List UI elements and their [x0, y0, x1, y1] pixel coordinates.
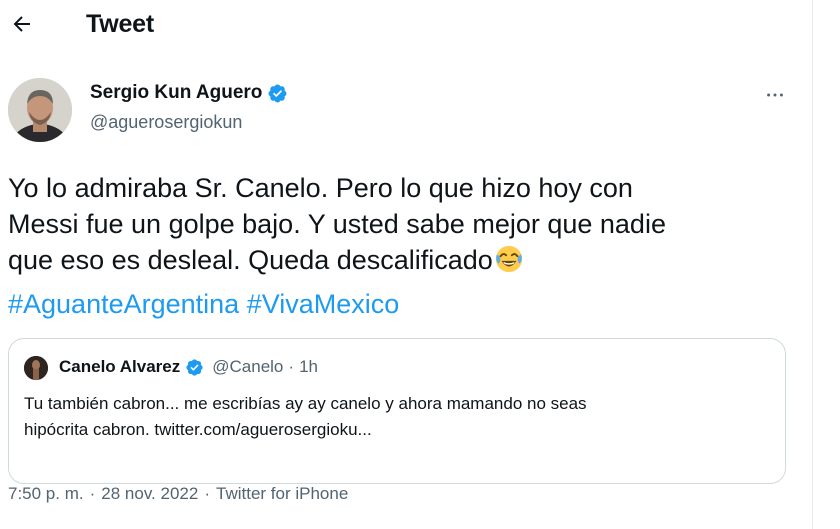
quoted-tweet-time: 1h	[299, 357, 318, 376]
tweet-line: Messi fue un golpe bajo. Y usted sabe me…	[8, 209, 666, 239]
hashtag-link[interactable]: #AguanteArgentina	[8, 289, 239, 319]
hashtags-line: #AguanteArgentina #VivaMexico	[8, 286, 399, 322]
author-name-row[interactable]: Sergio Kun Aguero	[90, 82, 288, 104]
back-arrow-icon	[13, 16, 30, 32]
quoted-author-name: Canelo Alvarez	[59, 357, 181, 376]
quoted-text-line: hipócrita cabron. twitter.com/agueroserg…	[24, 420, 372, 439]
separator-dot: ·	[89, 484, 96, 503]
page-title: Tweet	[86, 10, 154, 38]
tweet-line-last: que eso es desleal. Queda descalificado	[8, 242, 798, 278]
tweet-line: que eso es desleal. Queda descalificado	[8, 245, 493, 275]
quoted-tweet-card[interactable]: Canelo Alvarez @Canelo · 1h Tu también c…	[8, 338, 786, 484]
quoted-text-line: Tu también cabron... me escribías ay ay …	[24, 394, 587, 413]
author-avatar[interactable]	[8, 78, 72, 142]
author-name: Sergio Kun Aguero	[90, 82, 263, 103]
quoted-tweet-header: Canelo Alvarez @Canelo · 1h	[59, 357, 318, 377]
column-border	[812, 0, 813, 529]
quoted-author-avatar	[24, 356, 48, 380]
verified-badge-icon	[186, 358, 203, 376]
more-options-icon	[767, 93, 783, 97]
tears-of-joy-emoji	[495, 245, 522, 273]
author-avatar-image	[8, 78, 72, 142]
tweet-line: Yo lo admiraba Sr. Canelo. Pero lo que h…	[8, 173, 633, 203]
tweet-date[interactable]: 28 nov. 2022	[101, 484, 198, 504]
tweet-source[interactable]: Twitter for iPhone	[216, 484, 348, 504]
verified-badge-icon	[268, 84, 287, 102]
hashtag-link[interactable]: #VivaMexico	[247, 289, 400, 319]
quoted-author-handle: @Canelo	[212, 357, 284, 376]
author-handle[interactable]: @aguerosergiokun	[90, 112, 242, 133]
separator-dot: ·	[288, 357, 295, 376]
top-bar: Tweet	[0, 0, 812, 52]
tweet-time[interactable]: 7:50 p. m.	[8, 484, 84, 504]
more-options-button[interactable]	[758, 80, 792, 110]
separator-dot: ·	[204, 484, 210, 503]
tweet-meta: 7:50 p. m. · 28 nov. 2022 · Twitter for …	[8, 484, 348, 504]
back-button[interactable]	[2, 4, 42, 44]
tweet-text: Yo lo admiraba Sr. Canelo. Pero lo que h…	[8, 170, 798, 278]
quoted-tweet-text: Tu también cabron... me escribías ay ay …	[24, 391, 764, 443]
quoted-avatar-image	[24, 356, 48, 380]
